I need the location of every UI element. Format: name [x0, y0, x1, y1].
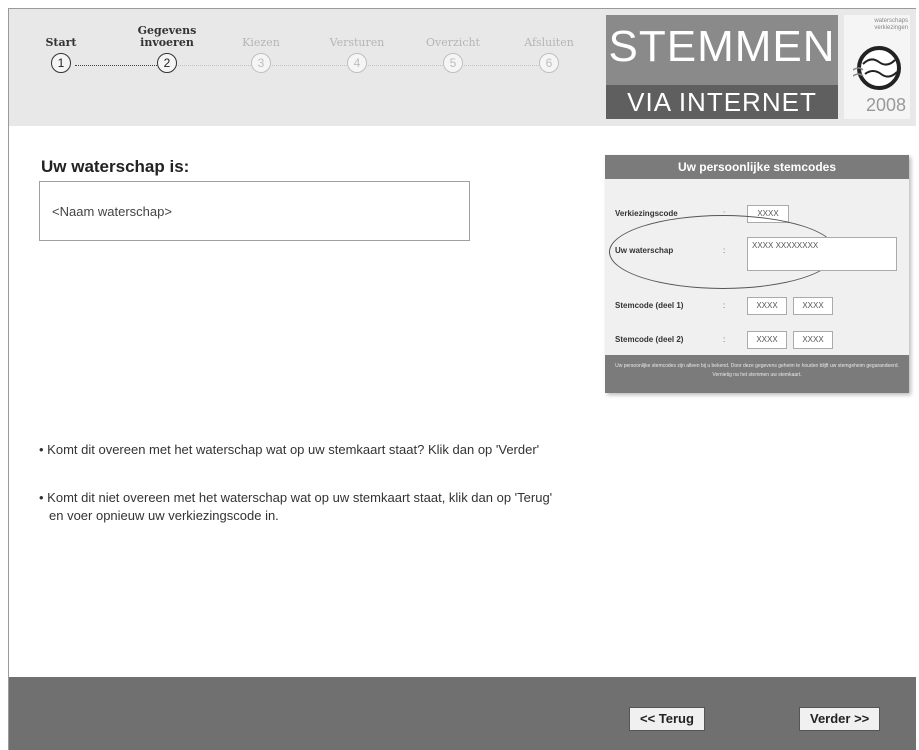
- step-label: Start: [45, 36, 77, 49]
- step-gegevens-invoeren: Gegevens invoeren 2: [127, 23, 207, 73]
- footer-bar: << Terug Verder >>: [9, 677, 916, 750]
- back-button[interactable]: << Terug: [629, 707, 705, 731]
- code-box: XXXX: [793, 297, 833, 315]
- step-progress: Start 1 Gegevens invoeren 2 Kiezen 3 Ver…: [37, 23, 597, 103]
- logo-stemmen-via-internet: STEMMEN VIA INTERNET: [606, 15, 838, 119]
- step-number: 5: [443, 53, 463, 73]
- step-label: Afsluiten: [524, 36, 574, 49]
- card-row-label: Verkiezingscode: [615, 209, 678, 218]
- badge-text: waterschaps verkiezingen: [874, 18, 908, 31]
- card-footer-note: Uw persoonlijke stemcodes zijn alleen bi…: [605, 355, 909, 393]
- app-frame: Start 1 Gegevens invoeren 2 Kiezen 3 Ver…: [8, 8, 916, 750]
- badge-year: 2008: [865, 95, 906, 115]
- step-start: Start 1: [21, 23, 101, 73]
- page-title: Uw waterschap is:: [41, 157, 190, 176]
- card-colon: :: [723, 335, 726, 344]
- step-number: 4: [347, 53, 367, 73]
- header: Start 1 Gegevens invoeren 2 Kiezen 3 Ver…: [9, 9, 916, 126]
- step-label: Gegevens invoeren: [137, 24, 197, 49]
- card-title: Uw persoonlijke stemcodes: [605, 155, 909, 179]
- step-number: 1: [51, 53, 71, 73]
- instruction-bullet: • Komt dit niet overeen met het watersch…: [39, 490, 553, 505]
- card-row-label: Uw waterschap: [615, 246, 674, 255]
- code-box: XXXX XXXXXXXX: [747, 237, 897, 271]
- step-afsluiten: Afsluiten 6: [509, 23, 589, 73]
- step-label: Overzicht: [426, 36, 480, 49]
- stemcodes-card: Uw persoonlijke stemcodes Verkiezingscod…: [605, 155, 909, 393]
- logo-line-1: STEMMEN: [608, 22, 836, 71]
- card-colon: :: [723, 246, 726, 255]
- election-badge: waterschaps verkiezingen 2008: [844, 15, 910, 119]
- code-box: XXXX: [747, 331, 787, 349]
- step-versturen: Versturen 4: [317, 23, 397, 73]
- emblem-icon: [853, 46, 901, 90]
- waterschap-name-field: <Naam waterschap>: [39, 181, 470, 241]
- step-label: Kiezen: [242, 36, 280, 49]
- step-overzicht: Overzicht 5: [413, 23, 493, 73]
- logo-line-2: VIA INTERNET: [606, 85, 838, 119]
- waterschap-name-value: <Naam waterschap>: [52, 204, 172, 219]
- code-box: XXXX: [747, 297, 787, 315]
- code-box: XXXX: [793, 331, 833, 349]
- step-number: 3: [251, 53, 271, 73]
- step-number: 2: [157, 53, 177, 73]
- step-number: 6: [539, 53, 559, 73]
- card-row-label: Stemcode (deel 1): [615, 301, 684, 310]
- instruction-bullet-continued: en voer opnieuw uw verkiezingscode in.: [49, 508, 279, 523]
- next-button[interactable]: Verder >>: [799, 707, 881, 731]
- card-row-label: Stemcode (deel 2): [615, 335, 684, 344]
- card-colon: :: [723, 301, 726, 310]
- step-label: Versturen: [329, 36, 385, 49]
- step-kiezen: Kiezen 3: [221, 23, 301, 73]
- instruction-bullet: • Komt dit overeen met het waterschap wa…: [39, 442, 540, 457]
